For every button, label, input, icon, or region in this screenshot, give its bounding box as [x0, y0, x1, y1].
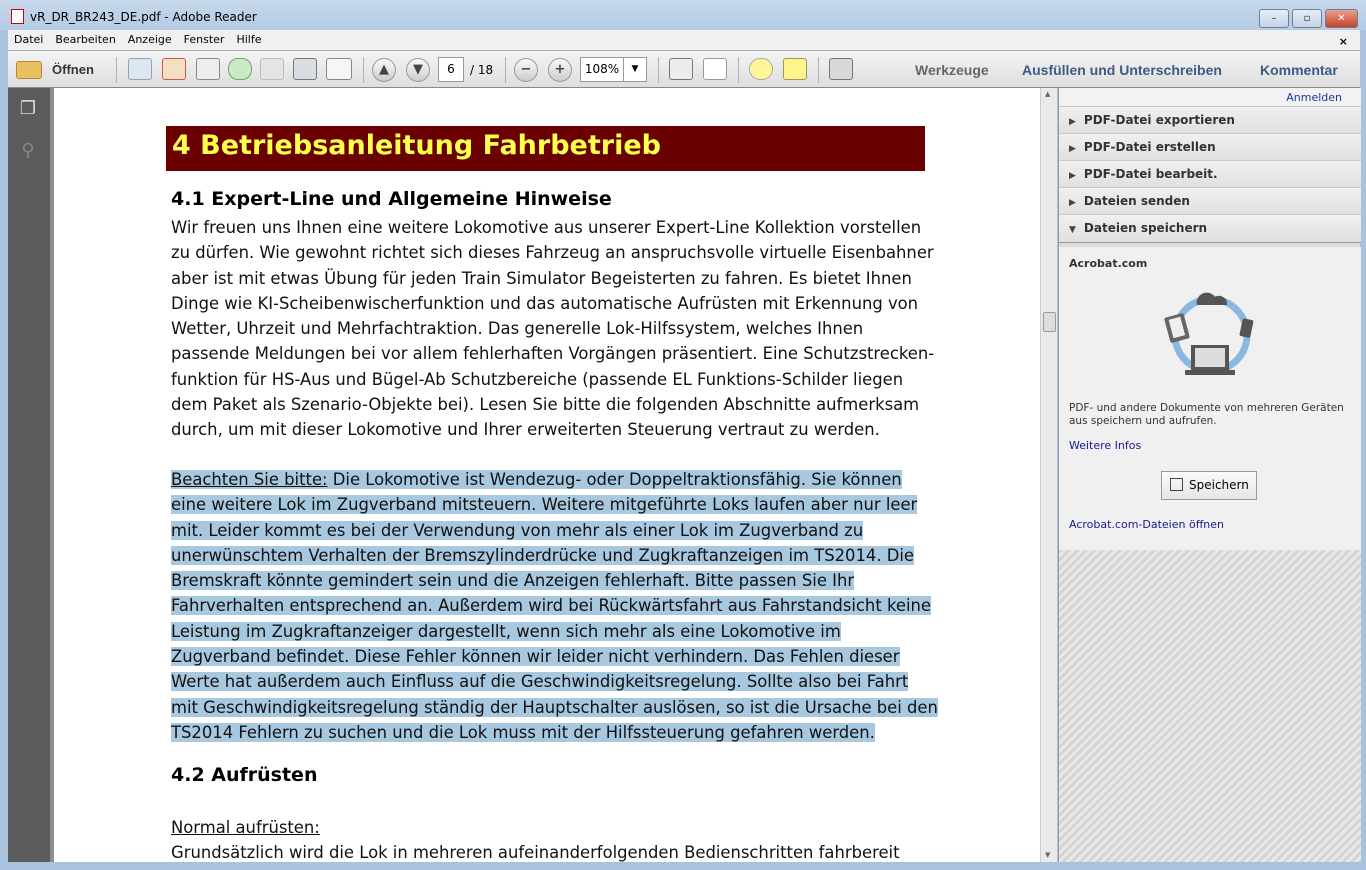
- zoom-dropdown-icon[interactable]: ▼: [623, 57, 647, 82]
- save-icon: [1170, 478, 1183, 491]
- fill-sign-tab[interactable]: Ausfüllen und Unterschreiben: [1022, 62, 1222, 78]
- maximize-button[interactable]: ▫: [1292, 9, 1322, 28]
- description: aus speichern und aufrufen.: [1069, 415, 1217, 427]
- page-number-input[interactable]: 6: [438, 57, 464, 82]
- scroll-up-icon[interactable]: ▲: [1045, 90, 1050, 98]
- menu-fenster[interactable]: Fenster: [178, 30, 231, 46]
- store-files-content: Acrobat.com PDF- und andere Dokumente vo…: [1059, 247, 1361, 550]
- zoom-input[interactable]: 108%: [580, 57, 624, 82]
- window-title: vR_DR_BR243_DE.pdf - Adobe Reader: [30, 10, 257, 24]
- tools-pane: Anmelden ▶ PDF-Datei exportieren ▶ PDF-Dat…: [1058, 88, 1361, 862]
- pdf-icon: [11, 9, 24, 24]
- toolbar: Öffnen ▲ ▼ 6 / 18 − + 108% ▼ Werkzeuge A…: [8, 50, 1360, 88]
- menu-hilfe[interactable]: Hilfe: [230, 30, 267, 46]
- menu-bar: Datei Bearbeiten Anzeige Fenster Hilfe ×: [8, 30, 1360, 50]
- close-document-icon[interactable]: ×: [1333, 32, 1354, 48]
- open-button[interactable]: Öffnen: [52, 62, 94, 77]
- next-page-icon[interactable]: ▼: [406, 58, 430, 82]
- cloud-sync-illustration: [1164, 292, 1254, 375]
- convert-pdf-icon[interactable]: [162, 58, 186, 80]
- edit-icon[interactable]: [196, 58, 220, 80]
- create-pdf-section[interactable]: ▶ PDF-Datei erstellen: [1059, 133, 1361, 160]
- print-icon[interactable]: [293, 58, 317, 80]
- minimize-button[interactable]: –: [1259, 9, 1289, 28]
- paragraph: Grundsätzlich wird die Lok in mehreren a…: [171, 843, 900, 862]
- chapter-heading: 4 Betriebsanleitung Fahrbetrieb: [166, 126, 925, 171]
- sign-in-link[interactable]: Anmelden: [1286, 91, 1342, 104]
- comment-tab[interactable]: Kommentar: [1260, 62, 1338, 78]
- section-heading: 4.2 Aufrüsten: [171, 764, 318, 786]
- menu-anzeige[interactable]: Anzeige: [122, 30, 178, 46]
- navigation-pane: ❐ ⚲: [8, 88, 50, 862]
- section-heading: 4.1 Expert-Line und Allgemeine Hinweise: [171, 188, 612, 210]
- page-thumbnails-icon[interactable]: ❐: [18, 98, 38, 119]
- page-total: / 18: [470, 63, 494, 77]
- title-bar: vR_DR_BR243_DE.pdf - Adobe Reader – ▫ ✕: [0, 0, 1366, 30]
- save-icon[interactable]: [260, 58, 284, 80]
- scroll-down-icon[interactable]: ▼: [1045, 851, 1050, 859]
- previous-page-icon[interactable]: ▲: [372, 58, 396, 82]
- subheading: Normal aufrüsten:: [171, 818, 320, 837]
- document-page: 4 Betriebsanleitung Fahrbetrieb 4.1 Expe…: [50, 88, 1040, 862]
- sticky-note-icon[interactable]: [749, 58, 773, 80]
- selected-paragraph[interactable]: Beachten Sie bitte: Die Lokomotive ist W…: [171, 467, 938, 745]
- tools-tab[interactable]: Werkzeuge: [915, 62, 989, 78]
- fit-width-icon[interactable]: [703, 58, 727, 80]
- zoom-in-icon[interactable]: +: [548, 58, 572, 82]
- acrobat-title: Acrobat.com: [1069, 257, 1148, 270]
- create-pdf-icon[interactable]: [128, 58, 152, 80]
- description: PDF- und andere Dokumente von mehreren G…: [1069, 402, 1344, 414]
- cloud-upload-icon[interactable]: [228, 58, 252, 80]
- highlight-text-icon[interactable]: [783, 58, 807, 80]
- scroll-thumb[interactable]: [1043, 312, 1056, 332]
- zoom-out-icon[interactable]: −: [514, 58, 538, 82]
- export-pdf-section[interactable]: ▶ PDF-Datei exportieren: [1059, 106, 1361, 133]
- open-acrobat-files-link[interactable]: Acrobat.com-Dateien öffnen: [1069, 518, 1224, 531]
- menu-datei[interactable]: Datei: [8, 30, 49, 46]
- more-info-link[interactable]: Weitere Infos: [1069, 439, 1141, 452]
- fullscreen-icon[interactable]: [829, 58, 853, 80]
- paragraph: Wir freuen uns Ihnen eine weitere Lokomo…: [171, 218, 935, 440]
- send-files-section[interactable]: ▶ Dateien senden: [1059, 187, 1361, 214]
- attachments-icon[interactable]: ⚲: [18, 140, 38, 161]
- fit-page-icon[interactable]: [669, 58, 693, 80]
- vertical-scrollbar[interactable]: ▲ ▼: [1040, 88, 1057, 862]
- menu-bearbeiten[interactable]: Bearbeiten: [49, 30, 121, 46]
- folder-icon[interactable]: [16, 61, 42, 79]
- store-files-section[interactable]: ▼ Dateien speichern: [1059, 214, 1361, 243]
- edit-pdf-section[interactable]: ▶ PDF-Datei bearbeit.: [1059, 160, 1361, 187]
- email-icon[interactable]: [326, 58, 352, 80]
- close-button[interactable]: ✕: [1325, 9, 1358, 28]
- save-button[interactable]: Speichern: [1161, 471, 1257, 500]
